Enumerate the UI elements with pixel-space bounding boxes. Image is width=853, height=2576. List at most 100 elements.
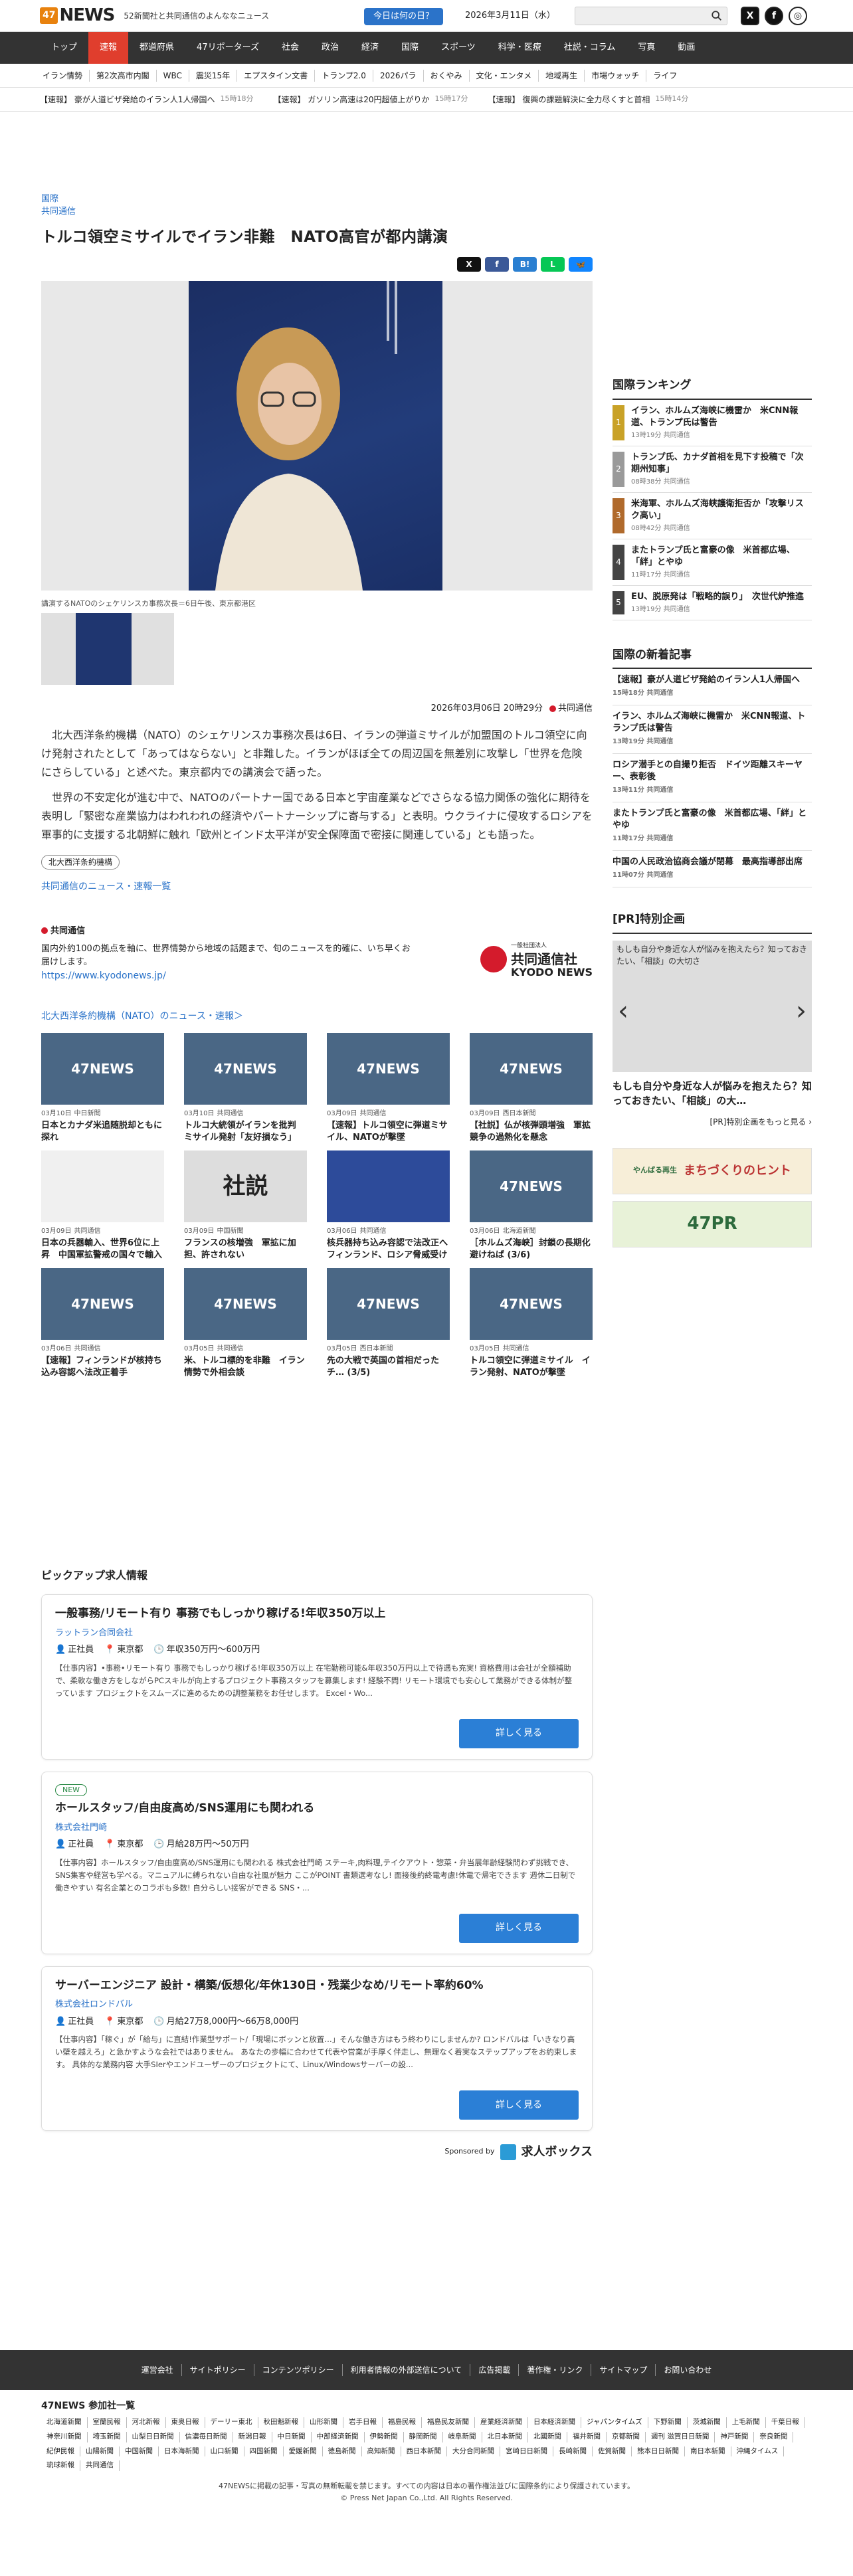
gnav-item[interactable]: 経済 xyxy=(350,32,390,64)
banner-machizukuri[interactable]: やんばる再生 まちづくりのヒント xyxy=(613,1147,812,1194)
member-item[interactable]: 山口新聞 xyxy=(205,2446,244,2457)
today-button[interactable]: 今日は何の日？ xyxy=(364,8,444,25)
member-item[interactable]: 東奥日報 xyxy=(166,2417,205,2428)
job-card[interactable]: サーバーエンジニア 設計・構築/仮想化/年休130日・残業少なめ/リモート率約6… xyxy=(41,1966,593,2131)
latest-item[interactable]: 中国の人民政治協商会議が閉幕 最高指導部出席 11時07分 共同通信 xyxy=(613,851,812,887)
latest-item[interactable]: イラン、ホルムズ海峡に機雷か 米CNN報道、トランプ氏は警告 13時19分 共同通… xyxy=(613,705,812,754)
footer-nav-item[interactable]: コンテンツポリシー xyxy=(254,2364,343,2376)
member-item[interactable]: 徳島新聞 xyxy=(323,2446,362,2457)
gnav-item[interactable]: 47リポーターズ xyxy=(185,32,270,64)
member-item[interactable]: 南日本新聞 xyxy=(685,2446,731,2457)
share-bluesky-icon[interactable]: 🦋 xyxy=(569,256,593,272)
related-card[interactable]: 47NEWS 03月05日 共同通信 米、トルコ標的を非難 イラン情勢で外相会談 xyxy=(184,1268,307,1379)
subnav-item[interactable]: エプスタイン文書 xyxy=(237,69,316,82)
member-item[interactable]: 伊勢新聞 xyxy=(365,2431,404,2442)
carousel-next-icon[interactable]: › xyxy=(796,991,806,1031)
member-item[interactable]: 中国新聞 xyxy=(120,2446,159,2457)
member-item[interactable]: 奈良新聞 xyxy=(754,2431,794,2442)
subnav-item[interactable]: 文化・エンタメ xyxy=(470,69,539,82)
facebook-icon[interactable]: f xyxy=(765,7,783,25)
member-item[interactable]: 高知新聞 xyxy=(362,2446,401,2457)
related-title[interactable]: 北大西洋条約機構（NATO）のニュース・速報＞ xyxy=(41,1010,593,1024)
member-item[interactable]: 日本海新聞 xyxy=(159,2446,205,2457)
ticker-item[interactable]: 【速報】 ガソリン高速は20円超値上がりか 15時17分 xyxy=(273,94,468,106)
member-item[interactable]: 産業経済新聞 xyxy=(475,2417,528,2428)
member-item[interactable]: 北海道新聞 xyxy=(41,2417,88,2428)
ticker-item[interactable]: 【速報】 豪が人道ビザ発給のイラン人1人帰国へ 15時18分 xyxy=(40,94,253,106)
subnav-item[interactable]: 2026パラ xyxy=(373,69,424,82)
related-card[interactable]: 03月09日共同通信日本の兵器輸入、世界6位に上昇 中国軍拡警戒の国々で輸入量増… xyxy=(41,1150,164,1261)
footer-nav-item[interactable]: お問い合わせ xyxy=(656,2364,719,2376)
related-card[interactable]: 47NEWS 03月06日 共同通信 【速報】フィンランドが核持ち込み容認へ法改正着手 xyxy=(41,1268,164,1379)
x-icon[interactable]: X xyxy=(741,7,759,25)
pr-caption[interactable]: もしも自分や身近な人が悩みを抱えたら？知っておきたい、「相談」の大… xyxy=(613,1079,812,1108)
member-item[interactable]: 北國新聞 xyxy=(528,2431,567,2442)
member-item[interactable]: 神奈川新聞 xyxy=(41,2431,88,2442)
kyodo-logo[interactable]: 一般社団法人 共同通信社 KYODO NEWS xyxy=(480,935,593,984)
gnav-item[interactable]: 動画 xyxy=(666,32,706,64)
member-item[interactable]: 紀伊民報 xyxy=(41,2446,80,2457)
photo-thumbnail[interactable] xyxy=(41,613,174,685)
footer-nav-item[interactable]: 運営会社 xyxy=(134,2364,182,2376)
member-item[interactable]: 千葉日報 xyxy=(766,2417,805,2428)
footer-nav-item[interactable]: 利用者情報の外部送信について xyxy=(343,2364,471,2376)
latest-item[interactable]: またトランプ氏と富豪の像 米首都広場、「絆」とやゆ 11時17分 共同通信 xyxy=(613,802,812,851)
job-detail-button[interactable]: 詳しく見る xyxy=(459,1913,579,1943)
latest-item[interactable]: 【速報】豪が人道ビザ発給のイラン人1人帰国へ 15時18分 共同通信 xyxy=(613,669,812,705)
banner-47pr[interactable]: 47PR xyxy=(613,1200,812,1247)
member-item[interactable]: 熊本日日新聞 xyxy=(632,2446,685,2457)
topic-tag[interactable]: 北大西洋条約機構 xyxy=(41,854,120,870)
member-item[interactable]: 茨城新聞 xyxy=(688,2417,727,2428)
job-title[interactable]: ホールスタッフ/自由度高め/SNS運用にも関われる xyxy=(55,1800,579,1817)
member-item[interactable]: 大分合同新聞 xyxy=(447,2446,500,2457)
member-item[interactable]: 福島民報 xyxy=(383,2417,422,2428)
ticker-item[interactable]: 【速報】 復興の課題解決に全力尽くすと首相 15時14分 xyxy=(488,94,689,106)
gnav-item[interactable]: スポーツ xyxy=(430,32,487,64)
member-item[interactable]: 信濃毎日新聞 xyxy=(180,2431,233,2442)
footer-nav-item[interactable]: サイトポリシー xyxy=(182,2364,254,2376)
related-card[interactable]: 47NEWS 03月06日 北海道新聞 ［ホルムズ海峡］封鎖の長期化 避けねば (3/… xyxy=(470,1150,593,1261)
search-input[interactable] xyxy=(575,7,727,25)
member-item[interactable]: 山梨日日新聞 xyxy=(127,2431,180,2442)
member-item[interactable]: 京都新聞 xyxy=(607,2431,646,2442)
share-facebook-icon[interactable]: f xyxy=(485,256,509,272)
site-logo[interactable]: 47 NEWS xyxy=(40,3,115,29)
member-item[interactable]: 日本経済新聞 xyxy=(528,2417,581,2428)
subnav-item[interactable]: 地域再生 xyxy=(539,69,585,82)
member-item[interactable]: 新潟日報 xyxy=(233,2431,272,2442)
gnav-item[interactable]: 都道府県 xyxy=(128,32,185,64)
subnav-item[interactable]: イラン情勢 xyxy=(40,69,90,82)
subnav-item[interactable]: おくやみ xyxy=(424,69,470,82)
related-card[interactable]: 03月06日 共同通信 核兵器持ち込み容認で法改正へ フィンランド、ロシア脅威受け xyxy=(327,1150,450,1261)
job-detail-button[interactable]: 詳しく見る xyxy=(459,1718,579,1748)
job-title[interactable]: サーバーエンジニア 設計・構築/仮想化/年休130日・残業少なめ/リモート率約6… xyxy=(55,1978,579,1995)
member-item[interactable]: 山形新聞 xyxy=(304,2417,343,2428)
ranking-item[interactable]: 1 イラン、ホルムズ海峡に機雷か 米CNN報道、トランプ氏は警告 13時19分 共同… xyxy=(613,400,812,446)
pr-carousel[interactable]: もしも自分や身近な人が悩みを抱えたら？知っておきたい、「相談」の大切さ ‹ › xyxy=(613,940,812,1072)
member-item[interactable]: ジャパンタイムズ xyxy=(581,2417,648,2428)
related-card[interactable]: 47NEWS 03月05日 西日本新聞 先の大戦で英国の首相だったチ… (3/5) xyxy=(327,1268,450,1379)
related-card[interactable]: 47NEWS 03月10日 中日新聞 日本とカナダ米追随脱却ともに探れ xyxy=(41,1033,164,1144)
gnav-item[interactable]: 国際 xyxy=(390,32,430,64)
member-item[interactable]: 四国新聞 xyxy=(244,2446,284,2457)
member-item[interactable]: 北日本新聞 xyxy=(482,2431,528,2442)
subnav-item[interactable]: トランプ2.0 xyxy=(315,69,373,82)
ranking-item[interactable]: 2 トランプ氏、カナダ首相を見下す投稿で「次期州知事」 08時38分 共同通信 xyxy=(613,446,812,493)
member-item[interactable]: 共同通信 xyxy=(80,2460,120,2471)
subnav-item[interactable]: 震災15年 xyxy=(189,69,238,82)
footer-nav-item[interactable]: サイトマップ xyxy=(591,2364,656,2376)
share-hatena-icon[interactable]: B! xyxy=(513,256,537,272)
member-item[interactable]: 佐賀新聞 xyxy=(593,2446,632,2457)
gnav-item[interactable]: トップ xyxy=(40,32,88,64)
gnav-item[interactable]: 社会 xyxy=(270,32,310,64)
member-item[interactable]: 長崎新聞 xyxy=(553,2446,593,2457)
related-card[interactable]: 47NEWS 03月10日 共同通信 トルコ大統領がイランを批判 ミサイル発射「友好損… xyxy=(184,1033,307,1144)
category-link[interactable]: 国際 xyxy=(41,193,593,205)
member-item[interactable]: 西日本新聞 xyxy=(401,2446,447,2457)
member-item[interactable]: 秋田魁新報 xyxy=(258,2417,304,2428)
latest-item[interactable]: ロシア潜手との自撮り拒否 ドイツ距離スキーヤー、表彰後 13時11分 共同通信 xyxy=(613,754,812,802)
gnav-item[interactable]: 速報 xyxy=(88,32,129,64)
member-item[interactable]: 中部経済新聞 xyxy=(312,2431,365,2442)
member-item[interactable]: 上毛新聞 xyxy=(727,2417,766,2428)
member-item[interactable]: 琉球新報 xyxy=(41,2460,80,2471)
